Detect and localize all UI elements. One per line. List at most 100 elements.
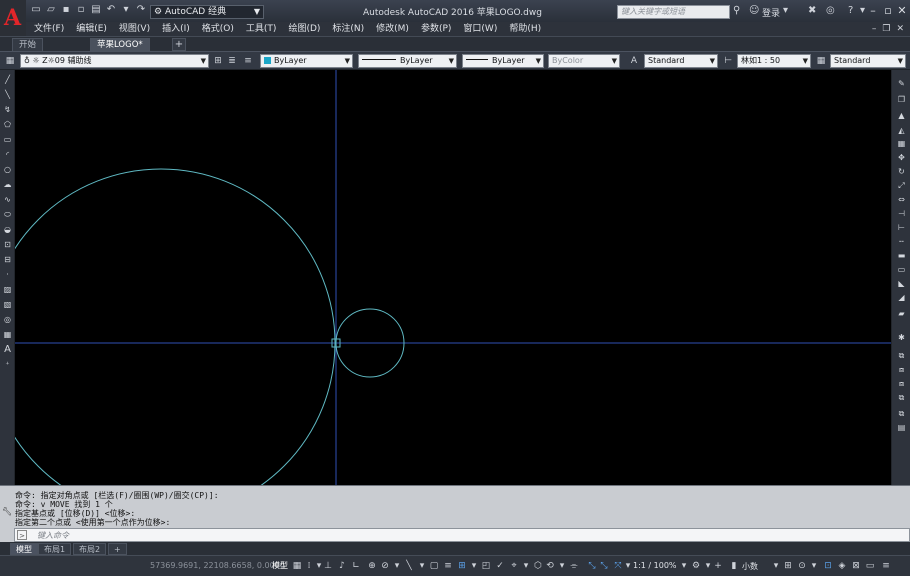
erase-tool-icon[interactable]: ✎ <box>896 78 907 89</box>
move-tool-icon[interactable]: ✥ <box>896 152 907 163</box>
undo-icon[interactable]: ↶ <box>105 4 117 16</box>
bring-front-icon[interactable]: ⧈ <box>896 364 907 375</box>
object-snap-dropdown-icon[interactable]: ▾ <box>416 560 428 572</box>
help-icon[interactable]: ? <box>848 5 853 17</box>
menu-icon[interactable]: ≡ <box>880 560 892 572</box>
user-icon[interactable]: ☺ <box>749 5 759 17</box>
spline-tool-icon[interactable]: ∿ <box>2 194 13 205</box>
explode-tool-icon[interactable]: ✱ <box>896 332 907 343</box>
tab-drawing[interactable]: 苹果LOGO* <box>90 38 150 51</box>
hatch-back-icon[interactable]: ⧉ <box>896 408 907 419</box>
menu-modify[interactable]: 修改(M) <box>376 22 409 36</box>
dimension-style-icon[interactable]: ⊢ <box>722 55 734 67</box>
ellipse-arc-icon[interactable]: ◒ <box>2 224 13 235</box>
array-tool-icon[interactable]: ▦ <box>896 138 907 149</box>
region-tool-icon[interactable]: ◎ <box>2 314 13 325</box>
add-selected-icon[interactable]: ⁺ <box>2 359 13 370</box>
menu-tools[interactable]: 工具(T) <box>246 22 277 36</box>
minimize-button[interactable]: – <box>866 4 880 18</box>
circle-tool-icon[interactable]: ○ <box>2 164 13 175</box>
units-dropdown-icon[interactable]: ▾ <box>770 560 782 572</box>
wrench-icon[interactable]: 🔧︎ <box>2 507 12 516</box>
rectangle-tool-icon[interactable]: ▭ <box>2 134 13 145</box>
tab-layout2[interactable]: 布局2 <box>73 543 107 555</box>
stretch-tool-icon[interactable]: ⇔ <box>896 194 907 205</box>
search-input[interactable]: 键入关键字或短语 <box>617 5 730 19</box>
join-tool-icon[interactable]: ▭ <box>896 264 907 275</box>
maximize-button[interactable]: ▫ <box>881 4 895 18</box>
table-tool-icon[interactable]: ▦ <box>2 329 13 340</box>
gizmo-icon[interactable]: ⟲ <box>544 560 556 572</box>
copy-tool-icon[interactable]: ❐ <box>896 94 907 105</box>
table-style-dropdown[interactable]: Standard ▼ <box>830 54 906 68</box>
text-style-icon[interactable]: A <box>628 55 640 67</box>
selection-filter-icon[interactable]: ⬡ <box>532 560 544 572</box>
offset-tool-icon[interactable]: ◭ <box>896 125 907 136</box>
plus-icon[interactable]: + <box>712 560 724 572</box>
menu-edit[interactable]: 编辑(E) <box>76 22 107 36</box>
save-as-icon[interactable]: ▫ <box>75 4 87 16</box>
break-tool-icon[interactable]: ▬ <box>896 250 907 261</box>
make-block-icon[interactable]: ⊟ <box>2 254 13 265</box>
close-button[interactable]: ✕ <box>895 4 909 18</box>
redo-icon[interactable]: ↷ <box>135 4 147 16</box>
command-customize-icon[interactable]: > <box>17 530 27 540</box>
menu-parametric[interactable]: 参数(P) <box>421 22 451 36</box>
send-back-icon[interactable]: ⧈ <box>896 378 907 389</box>
doc-restore-icon[interactable]: ❐ <box>882 22 890 36</box>
doc-minimize-icon[interactable]: – <box>872 22 877 36</box>
binoculars-icon[interactable]: ⚲ <box>733 5 740 17</box>
mirror-tool-icon[interactable]: ▲ <box>896 110 907 121</box>
lock-ui-dropdown-icon[interactable]: ▾ <box>808 560 820 572</box>
break-at-point-icon[interactable]: ╌ <box>896 236 907 247</box>
new-layout-button[interactable]: + <box>108 543 127 555</box>
ortho-mode-icon[interactable]: ∟ <box>350 560 362 572</box>
hardware-acceleration-icon[interactable]: ◈ <box>836 560 848 572</box>
dimension-style-dropdown[interactable]: 林如1 : 50 ▼ <box>737 54 811 68</box>
menu-dimension[interactable]: 标注(N) <box>332 22 364 36</box>
insert-block-icon[interactable]: ⊡ <box>2 239 13 250</box>
group-tool-icon[interactable]: ▤ <box>896 422 907 433</box>
gizmo-dropdown-icon[interactable]: ▾ <box>556 560 568 572</box>
doc-close-icon[interactable]: ✕ <box>896 22 904 36</box>
lock-ui-icon[interactable]: ⊙ <box>796 560 808 572</box>
annotation-scale-icon[interactable]: ⤡ <box>586 560 598 572</box>
layer-properties-icon[interactable]: ▦ <box>4 55 16 67</box>
lineweight-dropdown[interactable]: ByLayer ▼ <box>462 54 544 68</box>
3d-object-snap-icon[interactable]: ✓ <box>494 560 506 572</box>
new-tab-button[interactable]: + <box>172 38 186 51</box>
mtext-tool-icon[interactable]: A <box>2 344 13 355</box>
scale-tool-icon[interactable]: ⤢ <box>896 180 907 191</box>
gradient-tool-icon[interactable]: ▧ <box>2 299 13 310</box>
isolate-objects-icon[interactable]: ⊡ <box>822 560 834 572</box>
object-snap-icon[interactable]: ▢ <box>428 560 440 572</box>
tab-start[interactable]: 开始 <box>12 38 44 51</box>
point-tool-icon[interactable]: · <box>2 269 13 280</box>
transparency-dropdown-icon[interactable]: ▾ <box>468 560 480 572</box>
selection-cycling-icon[interactable]: ◰ <box>480 560 492 572</box>
help-dropdown-icon[interactable]: ▾ <box>860 5 865 17</box>
annotation-visibility-icon[interactable]: ⌯ <box>568 560 580 572</box>
polar-tracking-icon[interactable]: ⊕ <box>366 560 378 572</box>
auto-scale-icon[interactable]: ⤡ <box>598 560 610 572</box>
revcloud-tool-icon[interactable]: ☁ <box>2 179 13 190</box>
exchange-icon[interactable]: ✖ <box>808 5 816 17</box>
open-file-icon[interactable]: ▱ <box>45 4 57 16</box>
isodraft-dropdown-icon[interactable]: ▾ <box>391 560 403 572</box>
make-current-layer-icon[interactable]: ⊞ <box>212 55 224 67</box>
lineweight-toggle-icon[interactable]: ≡ <box>442 560 454 572</box>
grid-icon[interactable]: ▦ <box>291 560 303 572</box>
object-snap-tracking-icon[interactable]: ╲ <box>403 560 415 572</box>
infer-constraints-icon[interactable]: ⊥ <box>322 560 334 572</box>
text-style-dropdown[interactable]: Standard ▼ <box>644 54 718 68</box>
menu-file[interactable]: 文件(F) <box>34 22 64 36</box>
workspace-switch-icon[interactable]: ⚙ <box>690 560 702 572</box>
customization-icon[interactable]: ▭ <box>864 560 876 572</box>
quick-properties-icon[interactable]: ⊞ <box>782 560 794 572</box>
model-space-button[interactable]: 模型 <box>272 560 288 571</box>
menu-draw[interactable]: 绘图(D) <box>288 22 320 36</box>
blend-curves-icon[interactable]: ▰ <box>896 308 907 319</box>
rotate-tool-icon[interactable]: ↻ <box>896 166 907 177</box>
polyline-tool-icon[interactable]: ↯ <box>2 104 13 115</box>
linetype-dropdown[interactable]: ByLayer ▼ <box>358 54 457 68</box>
